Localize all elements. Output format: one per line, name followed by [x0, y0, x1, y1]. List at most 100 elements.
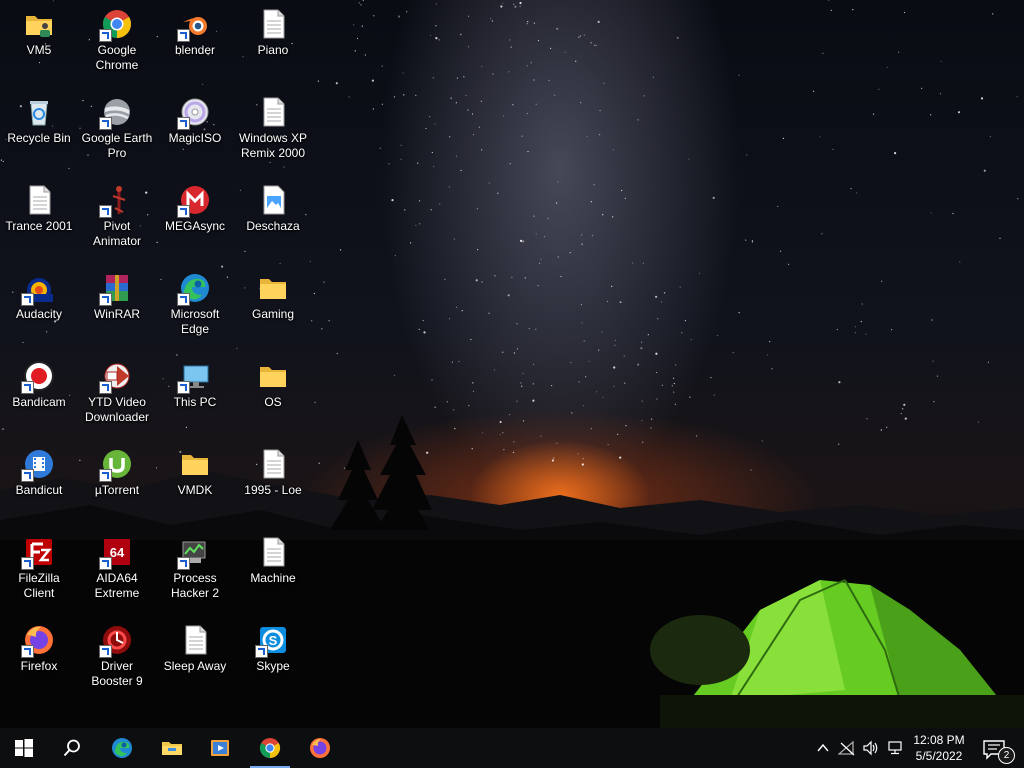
network-status-button[interactable] — [835, 728, 859, 768]
desktop-icon-driver-booster-9[interactable]: Driver Booster 9 — [78, 620, 156, 689]
mega-icon — [177, 184, 211, 218]
taskbar: 12:08 PM 5/5/2022 2 — [0, 728, 1024, 768]
shortcut-arrow-icon — [99, 205, 112, 218]
desktop-icon-label: VM5 — [26, 43, 52, 57]
desktop-icon-piano[interactable]: Piano — [234, 4, 312, 58]
desktop-icon-label: Microsoft Edge — [170, 307, 220, 336]
shortcut-arrow-icon — [21, 645, 34, 658]
desktop-icon-gaming[interactable]: Gaming — [234, 268, 312, 322]
recycle-bin-icon — [23, 96, 55, 128]
notification-icon — [983, 740, 1005, 760]
desktop-icon-megasync[interactable]: MEGAsync — [156, 180, 234, 234]
desktop-icon-microsoft-edge[interactable]: Microsoft Edge — [156, 268, 234, 337]
desktop-icon-1995-loe[interactable]: 1995 - Loe — [234, 444, 312, 498]
desktop-icon-blender[interactable]: blender — [156, 4, 234, 58]
desktop-icon-label: blender — [174, 43, 216, 57]
desktop-icon-process-hacker-2[interactable]: Process Hacker 2 — [156, 532, 234, 601]
start-button[interactable] — [0, 728, 48, 768]
shortcut-arrow-icon — [177, 381, 190, 394]
desktop-icon-filezilla-client[interactable]: FileZilla Client — [0, 532, 78, 601]
folder-user-icon — [23, 8, 55, 40]
filezilla-icon — [21, 536, 55, 570]
notification-center-button[interactable]: 2 — [978, 728, 1018, 768]
desktop-icon-label: Driver Booster 9 — [91, 659, 143, 688]
desktop-icon-audacity[interactable]: Audacity — [0, 268, 78, 322]
shortcut-arrow-icon — [21, 293, 34, 306]
desktop-icon-skype[interactable]: S Skype — [234, 620, 312, 674]
taskbar-chrome[interactable] — [246, 728, 294, 768]
desktop-icon-deschaza[interactable]: Deschaza — [234, 180, 312, 234]
display-icon — [888, 741, 902, 755]
taskbar-file-explorer[interactable] — [148, 728, 196, 768]
desktop-icon-label: 1995 - Loe — [244, 483, 302, 497]
taskbar-firefox[interactable] — [296, 728, 344, 768]
desktop-icon-bandicam[interactable]: Bandicam — [0, 356, 78, 410]
desktop-icon-google-earth-pro[interactable]: Google Earth Pro — [78, 92, 156, 161]
desktop-icon-os[interactable]: OS — [234, 356, 312, 410]
taskbar-media-player[interactable] — [196, 728, 244, 768]
ytd-icon — [99, 360, 133, 394]
desktop-icon-label: Google Earth Pro — [81, 131, 153, 160]
desktop-icon-aida64-extreme[interactable]: 64 AIDA64 Extreme — [78, 532, 156, 601]
google-earth-icon — [99, 96, 133, 130]
clock-time: 12:08 PM — [913, 733, 965, 747]
firefox-icon — [310, 738, 330, 758]
desktop[interactable]: VM5 Google Chrome blender Piano Recycle Bin G… — [0, 0, 1024, 728]
document-icon — [179, 624, 211, 656]
chevron-up-icon — [817, 743, 829, 752]
desktop-icon-label: Gaming — [251, 307, 295, 321]
skype-icon: S — [255, 624, 289, 658]
desktop-icon-label: Sleep Away — [163, 659, 227, 673]
desktop-icon-bandicut[interactable]: Bandicut — [0, 444, 78, 498]
shortcut-arrow-icon — [177, 205, 190, 218]
desktop-icon-trance-2001[interactable]: Trance 2001 — [0, 180, 78, 234]
search-button[interactable] — [48, 728, 96, 768]
shortcut-arrow-icon — [99, 381, 112, 394]
aida64-icon: 64 — [99, 536, 133, 570]
utorrent-icon — [99, 448, 133, 482]
desktop-icon-recycle-bin[interactable]: Recycle Bin — [0, 92, 78, 146]
document-icon — [257, 536, 289, 568]
desktop-icon-ytd-video-downloader[interactable]: YTD Video Downloader — [78, 356, 156, 425]
show-hidden-icons-button[interactable] — [811, 728, 835, 768]
desktop-icon-pivot-animator[interactable]: Pivot Animator — [78, 180, 156, 249]
bandicam-icon — [21, 360, 55, 394]
desktop-icon-label: YTD Video Downloader — [84, 395, 150, 424]
shortcut-arrow-icon — [255, 645, 268, 658]
desktop-icon-vm5[interactable]: VM5 — [0, 4, 78, 58]
desktop-icon-machine[interactable]: Machine — [234, 532, 312, 586]
desktop-icon-label: Piano — [257, 43, 289, 57]
process-hacker-icon — [177, 536, 211, 570]
desktop-icon-vmdk[interactable]: VMDK — [156, 444, 234, 498]
shortcut-arrow-icon — [99, 117, 112, 130]
desktop-icon-label: MEGAsync — [164, 219, 225, 233]
desktop-icon-firefox[interactable]: Firefox — [0, 620, 78, 674]
desktop-icon-magiciso[interactable]: MagicISO — [156, 92, 234, 146]
chrome-icon — [259, 738, 281, 759]
desktop-icon-label: This PC — [173, 395, 217, 409]
desktop-icon-sleep-away[interactable]: Sleep Away — [156, 620, 234, 674]
folder-icon — [257, 360, 289, 392]
audacity-icon — [21, 272, 55, 306]
bandicut-icon — [21, 448, 55, 482]
desktop-icon-this-pc[interactable]: This PC — [156, 356, 234, 410]
desktop-icon-label: Pivot Animator — [92, 219, 142, 248]
edge-icon — [177, 272, 211, 306]
desktop-icon-label: Bandicut — [15, 483, 63, 497]
desktop-icon-torrent[interactable]: µTorrent — [78, 444, 156, 498]
shortcut-arrow-icon — [177, 293, 190, 306]
media-player-icon — [211, 740, 229, 756]
shortcut-arrow-icon — [99, 469, 112, 482]
volume-icon — [863, 740, 878, 756]
volume-button[interactable] — [859, 728, 883, 768]
winrar-icon — [99, 272, 133, 306]
shortcut-arrow-icon — [21, 469, 34, 482]
desktop-icon-windows-xp-remix-2000[interactable]: Windows XP Remix 2000 — [234, 92, 312, 161]
desktop-icon-google-chrome[interactable]: Google Chrome — [78, 4, 156, 73]
taskbar-edge[interactable] — [98, 728, 146, 768]
desktop-icon-winrar[interactable]: WinRAR — [78, 268, 156, 322]
taskbar-clock[interactable]: 12:08 PM 5/5/2022 — [904, 728, 974, 768]
svg-text:64: 64 — [110, 545, 125, 560]
shortcut-arrow-icon — [21, 557, 34, 570]
desktop-icon-label: Firefox — [20, 659, 58, 673]
